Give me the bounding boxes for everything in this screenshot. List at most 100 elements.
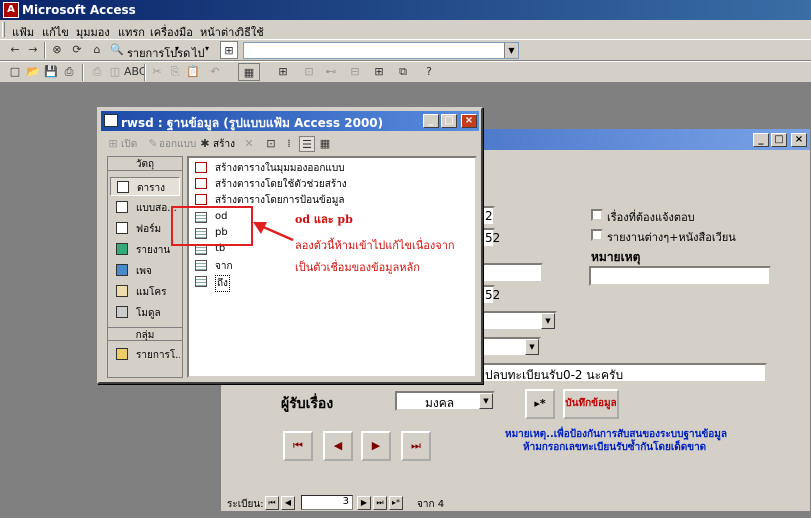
small-icons-icon[interactable]: ⁞ <box>281 136 297 152</box>
nav-last-icon[interactable]: ⏭ <box>373 496 387 510</box>
sidebar-item-reports[interactable]: รายงาน <box>110 240 180 259</box>
objects-sidebar: วัตถุ ตาราง แบบสอ... ฟอร์ม รายงาน เพจ แม… <box>107 156 183 378</box>
receiver-label: ผู้รับเรื่อง <box>281 396 334 412</box>
minimize-icon[interactable]: _ <box>423 114 439 128</box>
reports-checkbox[interactable] <box>591 229 603 241</box>
date-field[interactable] <box>479 263 543 283</box>
close-icon[interactable]: × <box>791 133 807 147</box>
view-icon[interactable]: ▦ <box>238 63 260 81</box>
receiver-select[interactable]: มงคล ▼ <box>395 391 495 411</box>
new-record-button[interactable]: ▸* <box>525 389 555 419</box>
database-icon <box>104 114 118 127</box>
annotation-line2: เป็นตัวเชื่อมของข้อมูลหลัก <box>295 261 420 274</box>
objects-list: สร้างตารางในมุมมองออกแบบ สร้างตารางโดยใช… <box>171 156 477 378</box>
forward-icon[interactable]: → <box>24 41 42 59</box>
open-icon[interactable]: ⊞ <box>105 136 121 152</box>
nav-prev-icon[interactable]: ◀ <box>281 496 295 510</box>
record-label: ระเบียน: <box>227 499 264 510</box>
minimize-icon[interactable]: _ <box>753 133 769 147</box>
chevron-down-icon[interactable]: ▼ <box>525 339 539 355</box>
print-icon[interactable]: ⎙ <box>88 63 106 81</box>
address-input[interactable]: ▼ <box>243 42 519 59</box>
home-icon[interactable]: ⌂ <box>88 41 106 59</box>
macro-icon <box>116 285 128 297</box>
delete-icon[interactable]: ✕ <box>241 136 257 152</box>
last-record-button[interactable]: ⏭ <box>401 431 431 461</box>
details-view-icon[interactable]: ▦ <box>317 136 333 152</box>
new-icon[interactable]: ✱ <box>197 136 213 152</box>
spelling-icon[interactable]: ABC <box>124 63 147 81</box>
sidebar-item-favorites[interactable]: รายการโ... <box>110 345 180 364</box>
list-view-icon[interactable]: ☰ <box>299 136 315 152</box>
maximize-icon[interactable]: □ <box>441 114 457 128</box>
chevron-down-icon[interactable]: ▼ <box>541 313 555 329</box>
help-icon[interactable]: ? <box>420 63 438 81</box>
first-record-button[interactable]: ⏮ <box>283 431 313 461</box>
sidebar-item-macros[interactable]: แมโคร <box>110 282 180 301</box>
sidebar-item-tables[interactable]: ตาราง <box>110 177 180 196</box>
menu-grip <box>2 22 5 37</box>
search-icon[interactable]: 🔍 <box>108 41 126 59</box>
favorites-menu[interactable]: รายการโปรด <box>127 44 190 62</box>
type-select[interactable]: ▼ <box>479 337 541 357</box>
stop-icon[interactable]: ⊗ <box>48 41 66 59</box>
chevron-down-icon[interactable]: ▼ <box>479 393 493 409</box>
maximize-icon[interactable]: □ <box>771 133 787 147</box>
remarks-label: หมายเหตุ <box>591 250 641 264</box>
nav-new-icon[interactable]: ▸* <box>389 496 403 510</box>
analyze-icon[interactable]: ⊟ <box>346 63 364 81</box>
form-icon <box>116 222 128 234</box>
new-button[interactable]: สร้าง <box>213 137 235 152</box>
cut-icon[interactable]: ✂ <box>148 63 166 81</box>
large-icons-icon[interactable]: ⊡ <box>263 136 279 152</box>
report-icon <box>116 243 128 255</box>
next-record-button[interactable]: ▶ <box>361 431 391 461</box>
preview-icon[interactable]: ◫ <box>106 63 124 81</box>
nav-first-icon[interactable]: ⏮ <box>265 496 279 510</box>
close-icon[interactable]: × <box>461 114 477 128</box>
app-title: Microsoft Access <box>22 3 136 17</box>
menu-bar: แฟ้ม แก้ไข มุมมอง แทรก เครื่องมือ หน้าต่… <box>0 20 811 39</box>
show-toolbar-icon[interactable]: ⊞ <box>220 41 238 59</box>
sidebar-item-modules[interactable]: โมดูล <box>110 303 180 322</box>
relationships-icon[interactable]: ⊷ <box>322 63 340 81</box>
go-menu[interactable]: ไป <box>192 44 205 62</box>
record-number-input[interactable]: 3 <box>301 495 353 510</box>
wizard-icon <box>195 194 207 205</box>
paste-icon[interactable]: 📋 <box>184 63 202 81</box>
code-icon[interactable]: ⊞ <box>274 63 292 81</box>
refresh-icon[interactable]: ⟳ <box>68 41 86 59</box>
save-icon[interactable]: 💾 <box>42 63 60 81</box>
design-button[interactable]: ออกแบบ <box>159 137 196 152</box>
sidebar-item-forms[interactable]: ฟอร์ม <box>110 219 180 238</box>
previous-record-button[interactable]: ◀ <box>323 431 353 461</box>
table-icon <box>195 260 207 271</box>
save-record-button[interactable]: บันทึกข้อมูล <box>563 389 619 419</box>
sidebar-item-pages[interactable]: เพจ <box>110 261 180 280</box>
open-folder-icon[interactable]: 📂 <box>24 63 42 81</box>
new-object-icon[interactable]: ⊞ <box>370 63 388 81</box>
category-select[interactable]: ▼ <box>479 311 557 331</box>
annotation-label: od และ pb <box>295 213 353 226</box>
undo-icon[interactable]: ↶ <box>206 63 224 81</box>
query-icon <box>116 201 128 213</box>
copy-icon[interactable]: ⎘ <box>166 63 184 81</box>
reply-required-checkbox[interactable] <box>591 209 603 221</box>
nav-next-icon[interactable]: ▶ <box>357 496 371 510</box>
open-button[interactable]: เปิด <box>121 137 137 152</box>
print-preview-icon[interactable]: ⎙ <box>60 63 78 81</box>
office-links-icon[interactable]: ⧉ <box>394 63 412 81</box>
objects-header: วัตถุ <box>108 157 182 171</box>
wizard-icon <box>195 162 207 173</box>
new-file-icon[interactable]: □ <box>6 63 24 81</box>
sidebar-item-queries[interactable]: แบบสอ... <box>110 198 180 217</box>
reports-label: รายงานต่างๆ+หนังสือเวียน <box>607 231 736 244</box>
chevron-down-icon[interactable]: ▼ <box>504 43 518 58</box>
annotation-arrow <box>253 222 294 242</box>
note-field[interactable]: ปลบทะเบียนรับ0-2 นะครับ <box>479 363 767 383</box>
access-icon: A <box>3 2 19 18</box>
table-icon <box>195 276 207 287</box>
remarks-input[interactable] <box>589 266 771 286</box>
back-icon[interactable]: ← <box>6 41 24 59</box>
properties-icon[interactable]: ⊡ <box>300 63 318 81</box>
